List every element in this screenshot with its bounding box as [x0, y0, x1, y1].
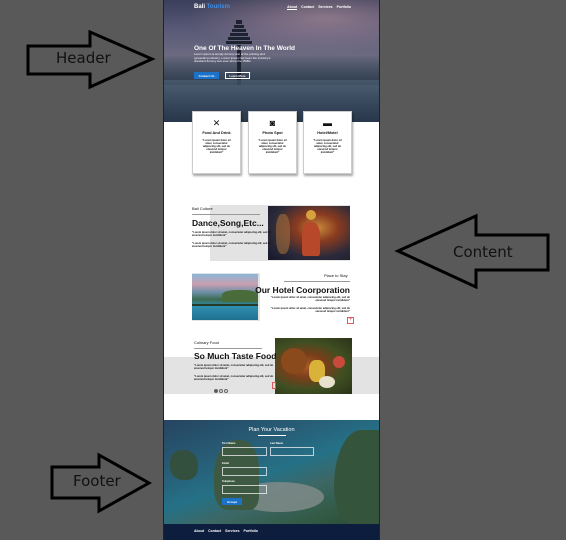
feature-paragraph: "Lorem ipsum dolor sit amet, consectetur…: [270, 307, 350, 314]
carousel-dot-1[interactable]: [214, 389, 218, 393]
last-name-input[interactable]: [270, 447, 314, 456]
accept-button[interactable]: Accept: [222, 498, 242, 505]
website-page: Bali Tourism About Contact Services Port…: [163, 0, 380, 540]
site-logo[interactable]: Bali Tourism: [194, 4, 230, 10]
carousel-dot-3[interactable]: [224, 389, 228, 393]
top-nav: Bali Tourism About Contact Services Port…: [164, 4, 379, 16]
plan-title: Plan Your Vacation: [248, 427, 295, 433]
email-input[interactable]: [222, 467, 267, 476]
footer-link-about[interactable]: About: [194, 529, 204, 533]
service-desc: "Lorem ipsum dolor sit amet, consectetur…: [202, 139, 231, 154]
expand-plus-icon[interactable]: +: [347, 317, 354, 324]
feature-kicker: Bali Culture: [192, 206, 213, 211]
service-desc: "Lorem ipsum dolor sit amet, consectetur…: [313, 139, 342, 154]
footer-link-services[interactable]: Services: [225, 529, 239, 533]
service-title: Food And Drink: [202, 131, 231, 135]
service-card-photo[interactable]: ◙ Photo Spot "Lorem ipsum dolor sit amet…: [248, 111, 297, 174]
bed-icon: ▬: [323, 118, 332, 128]
feature-paragraph: "Lorem ipsum dolor sit amet, consectetur…: [194, 375, 274, 382]
plan-vacation-section: Plan Your Vacation First Name Last Name …: [164, 420, 379, 524]
utensils-icon: ✕: [212, 118, 221, 128]
food-image: [275, 338, 352, 394]
footer-links: About Contact Services Portfolio: [194, 529, 258, 533]
feature-paragraph: "Lorem ipsum dolor sit amet, consectetur…: [270, 296, 350, 303]
content-annotation-label: Content: [453, 243, 513, 261]
first-name-input[interactable]: [222, 447, 267, 456]
last-name-label: Last Name: [270, 442, 284, 445]
footer-annotation-label: Footer: [73, 472, 121, 490]
contact-us-button[interactable]: Contact Us: [194, 72, 219, 79]
service-desc: "Lorem ipsum dolor sit amet, consectetur…: [258, 139, 287, 154]
header-annotation-label: Header: [56, 49, 111, 67]
service-title: Photo Spot: [262, 131, 283, 135]
footer-link-contact[interactable]: Contact: [208, 529, 221, 533]
nav-link-services[interactable]: Services: [318, 5, 332, 10]
footer-link-portfolio[interactable]: Portfolio: [244, 529, 258, 533]
carousel-dot-2[interactable]: [219, 389, 223, 393]
email-label: Email: [222, 462, 229, 465]
service-card-hotel[interactable]: ▬ Hotel/Motel "Lorem ipsum dolor sit ame…: [303, 111, 352, 174]
feature-paragraph: "Lorem ipsum dolor sit amet, consectetur…: [194, 364, 274, 371]
service-card-food[interactable]: ✕ Food And Drink "Lorem ipsum dolor sit …: [192, 111, 241, 174]
nav-link-about[interactable]: About: [287, 5, 298, 10]
feature-kicker: Place to Stay: [324, 273, 348, 278]
feature-paragraph: "Lorem ipsum dolor sit amet, consectetur…: [192, 231, 272, 238]
telephone-label: Telephone: [222, 480, 235, 483]
plan-title-rule: [258, 435, 286, 436]
feature-rule: [192, 214, 260, 215]
feature-title: Dance,Song,Etc...: [192, 218, 264, 228]
feature-rule: [194, 348, 262, 349]
dancer-image: [268, 206, 350, 260]
feature-title: So Much Taste Food: [194, 351, 277, 361]
camera-icon: ◙: [269, 118, 276, 128]
hero-title: One Of The Heaven In The World: [194, 45, 296, 52]
telephone-input[interactable]: [222, 485, 267, 494]
feature-title: Our Hotel Coorporation: [255, 285, 350, 295]
first-name-label: First Name: [222, 442, 236, 445]
expand-plus-icon[interactable]: [272, 382, 276, 389]
hero-section: Bali Tourism About Contact Services Port…: [164, 0, 379, 122]
nav-link-contact[interactable]: Contact: [301, 5, 314, 10]
hero-text: Lorem ipsum is simply dummy text of the …: [194, 52, 271, 64]
feature-paragraph: "Lorem ipsum dolor sit amet, consectetur…: [192, 242, 272, 249]
feature-rule: [284, 281, 350, 282]
hotel-pool-image: [192, 274, 258, 320]
service-title: Hotel/Motel: [317, 131, 338, 135]
carousel-dots: [214, 389, 228, 393]
footer-bar: About Contact Services Portfolio: [164, 524, 379, 540]
nav-link-portfolio[interactable]: Portfolio: [337, 5, 351, 10]
learn-more-button[interactable]: Learn More: [225, 72, 250, 79]
feature-kicker: Culinary Food: [194, 340, 219, 345]
nav-links: About Contact Services Portfolio: [287, 5, 351, 10]
logo-accent: Tourism: [206, 4, 230, 10]
logo-main: Bali: [194, 4, 206, 10]
